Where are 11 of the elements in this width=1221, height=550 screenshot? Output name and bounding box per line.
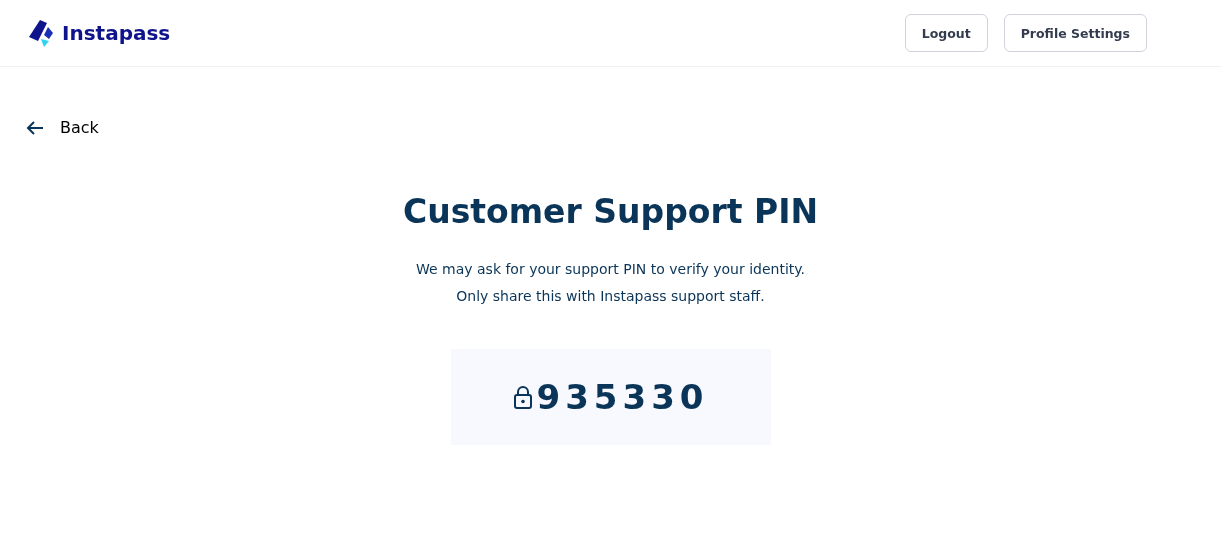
back-link[interactable]: Back	[26, 118, 99, 137]
lock-icon	[512, 384, 533, 409]
page-title: Customer Support PIN	[402, 191, 819, 231]
pin-code: 935330	[536, 376, 709, 417]
profile-settings-button[interactable]: Profile Settings	[1003, 14, 1147, 52]
back-arrow-icon	[26, 119, 44, 136]
description-text: We may ask for your support PIN to verify your identity.	[415, 259, 806, 279]
logout-button[interactable]: Logout	[904, 14, 988, 52]
description-text: Only share this with Instapass support staff.	[455, 286, 766, 306]
logo-icon	[28, 19, 54, 47]
brand-name: Instapass	[62, 21, 171, 45]
